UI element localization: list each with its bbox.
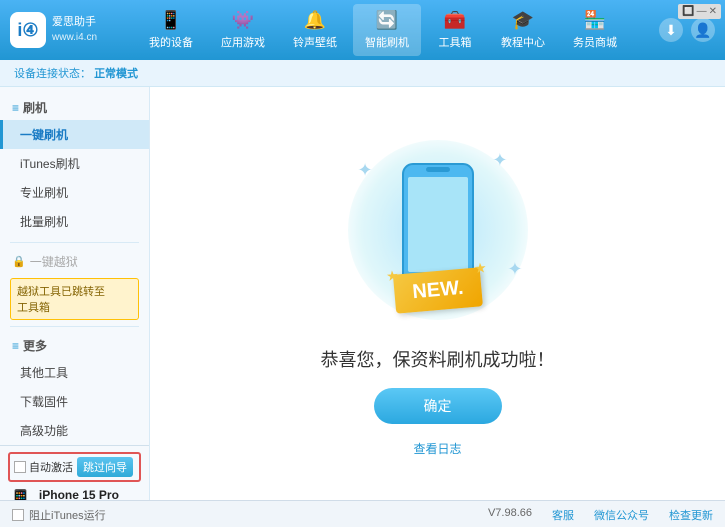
sidebar-item-batch-flash[interactable]: 批量刷机 — [0, 207, 149, 236]
auto-activate-checkbox-label[interactable]: 自动激活 — [14, 459, 73, 475]
flash-section-icon: ≡ — [12, 101, 19, 115]
wechat-link[interactable]: 微信公众号 — [594, 507, 649, 523]
skip-guide-button[interactable]: 跳过向导 — [77, 457, 133, 477]
success-message: 恭喜您，保资料刷机成功啦！ — [321, 346, 555, 372]
toolbox-icon: 🧰 — [444, 10, 466, 31]
jailbreak-notice: 越狱工具已跳转至 工具箱 — [10, 278, 139, 320]
sidebar-section-flash: ≡ 刷机 — [0, 95, 149, 120]
customer-service-link[interactable]: 客服 — [552, 507, 574, 523]
logo-text: 爱思助手 www.i4.cn — [52, 15, 97, 44]
sidebar-section-more: ≡ 更多 — [0, 333, 149, 358]
device-icon: 📱 — [160, 10, 182, 31]
new-badge: NEW. — [394, 271, 481, 310]
download-button[interactable]: ⬇ — [659, 18, 683, 42]
games-icon: 👾 — [232, 10, 254, 31]
sidebar-item-other-tools[interactable]: 其他工具 — [0, 358, 149, 387]
device-name: iPhone 15 Pro Max — [39, 488, 141, 500]
sparkle-2: ✦ — [492, 150, 507, 171]
tab-toolbox[interactable]: 🧰 工具箱 — [425, 4, 485, 56]
sidebar-item-one-key-flash[interactable]: 一键刷机 — [0, 120, 149, 149]
lock-icon: 🔒 — [12, 255, 26, 268]
view-log-link[interactable]: 查看日志 — [413, 440, 461, 457]
content-area: ✦ ✦ ✦ NEW. 恭喜您，保资料刷机成功啦！ 确定 查看日志 — [150, 87, 725, 500]
sidebar-divider-1 — [10, 242, 139, 243]
tutorial-icon: 🎓 — [512, 10, 534, 31]
main-layout: ≡ 刷机 一键刷机 iTunes刷机 专业刷机 批量刷机 🔒 一键越狱 越狱工具 — [0, 87, 725, 500]
ringtone-icon: 🔔 — [304, 10, 326, 31]
sparkle-1: ✦ — [358, 160, 373, 181]
itunes-block-checkbox[interactable] — [12, 509, 24, 521]
sidebar-item-download-firmware[interactable]: 下载固件 — [0, 387, 149, 416]
footer-left: 阻止iTunes运行 — [12, 507, 468, 523]
sparkle-3: ✦ — [507, 259, 522, 280]
more-section-icon: ≡ — [12, 339, 19, 353]
header-right: ⬇ 👤 — [659, 18, 715, 42]
device-panel: 自动激活 跳过向导 📱 iPhone 15 Pro Max 512GB iPho… — [0, 445, 149, 500]
check-update-link[interactable]: 检查更新 — [669, 507, 713, 523]
logo-icon: i④ — [10, 12, 46, 48]
sidebar: ≡ 刷机 一键刷机 iTunes刷机 专业刷机 批量刷机 🔒 一键越狱 越狱工具 — [0, 87, 150, 500]
sidebar-section-jailbreak: 🔒 一键越狱 — [0, 249, 149, 274]
tab-merchant[interactable]: 🏪 务员商城 — [561, 4, 629, 56]
sidebar-item-itunes-flash[interactable]: iTunes刷机 — [0, 149, 149, 178]
tab-ringtone[interactable]: 🔔 铃声壁纸 — [281, 4, 349, 56]
sidebar-divider-2 — [10, 326, 139, 327]
confirm-button[interactable]: 确定 — [374, 388, 502, 424]
version-label: V7.98.66 — [488, 507, 532, 523]
auto-activate-checkbox[interactable] — [14, 461, 26, 473]
flash-icon: 🔄 — [376, 10, 398, 31]
tab-smart-flash[interactable]: 🔄 智能刷机 — [353, 4, 421, 56]
auto-activate-row: 自动激活 跳过向导 — [8, 452, 141, 482]
tab-tutorial[interactable]: 🎓 教程中心 — [489, 4, 557, 56]
breadcrumb: 设备连接状态： 正常模式 — [0, 60, 725, 87]
phone-illustration: ✦ ✦ ✦ NEW. — [338, 130, 538, 330]
logo: i④ 爱思助手 www.i4.cn — [10, 12, 97, 48]
sidebar-item-advanced[interactable]: 高级功能 — [0, 416, 149, 445]
user-button[interactable]: 👤 — [691, 18, 715, 42]
itunes-block-label: 阻止iTunes运行 — [29, 507, 106, 523]
device-phone-icon: 📱 — [8, 488, 33, 500]
device-info: 📱 iPhone 15 Pro Max 512GB iPhone — [8, 488, 141, 500]
new-ribbon-text: NEW. — [392, 267, 482, 313]
sidebar-item-pro-flash[interactable]: 专业刷机 — [0, 178, 149, 207]
footer: 阻止iTunes运行 V7.98.66 客服 微信公众号 检查更新 — [0, 500, 725, 527]
device-details: iPhone 15 Pro Max 512GB iPhone — [39, 488, 141, 500]
footer-center: V7.98.66 客服 微信公众号 检查更新 — [488, 507, 713, 523]
nav-tabs: 📱 我的设备 👾 应用游戏 🔔 铃声壁纸 🔄 智能刷机 🧰 工具箱 🎓 — [117, 4, 649, 56]
merchant-icon: 🏪 — [584, 10, 606, 31]
header: i④ 爱思助手 www.i4.cn 📱 我的设备 👾 应用游戏 🔔 铃声壁纸 🔄 — [0, 0, 725, 60]
tab-app-games[interactable]: 👾 应用游戏 — [209, 4, 277, 56]
tab-my-device[interactable]: 📱 我的设备 — [137, 4, 205, 56]
